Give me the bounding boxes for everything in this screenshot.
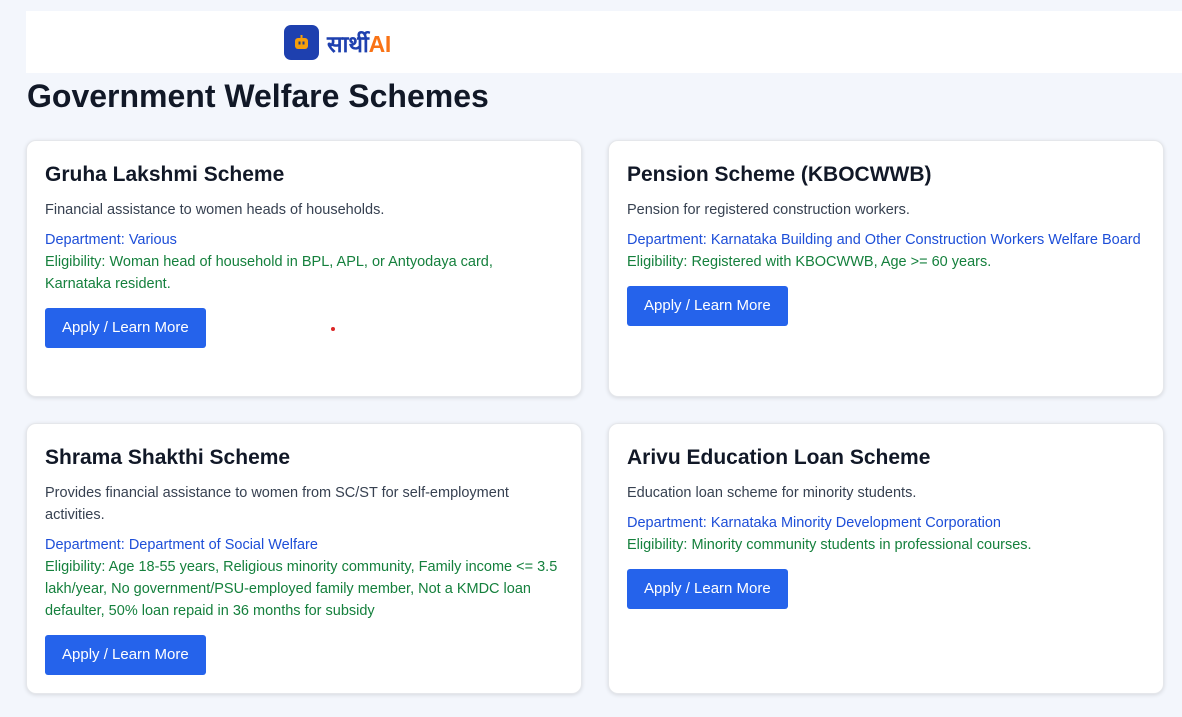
scheme-eligibility: Eligibility: Age 18-55 years, Religious … [45, 559, 558, 619]
page-title: Government Welfare Schemes [27, 78, 489, 114]
logo-wordmark: सार्थीAI [327, 27, 391, 59]
apply-learn-more-button[interactable]: Apply / Learn More [627, 286, 788, 326]
scheme-title: Arivu Education Loan Scheme [627, 446, 931, 469]
apply-learn-more-button[interactable]: Apply / Learn More [45, 308, 206, 348]
scheme-department: Department: Karnataka Minority Developme… [627, 515, 1001, 531]
scheme-description: Provides financial assistance to women f… [45, 485, 509, 523]
scheme-eligibility: Eligibility: Registered with KBOCWWB, Ag… [627, 254, 992, 270]
scheme-department: Department: Karnataka Building and Other… [627, 232, 1141, 248]
scheme-card-shrama-shakthi: Shrama Shakthi Scheme Provides financial… [26, 423, 582, 694]
scheme-eligibility: Eligibility: Minority community students… [627, 537, 1032, 553]
apply-learn-more-button[interactable]: Apply / Learn More [627, 569, 788, 609]
scheme-description: Education loan scheme for minority stude… [627, 485, 917, 501]
apply-learn-more-button[interactable]: Apply / Learn More [45, 635, 206, 675]
scheme-department: Department: Various [45, 232, 177, 248]
scheme-title: Gruha Lakshmi Scheme [45, 163, 285, 186]
scheme-title: Pension Scheme (KBOCWWB) [627, 163, 932, 186]
app-logo[interactable]: सार्थीAI [284, 25, 391, 60]
scheme-description: Financial assistance to women heads of h… [45, 202, 385, 218]
scheme-title: Shrama Shakthi Scheme [45, 446, 291, 469]
scheme-card-arivu-education-loan: Arivu Education Loan Scheme Education lo… [608, 423, 1164, 694]
logo-text-main: सार्थी [327, 30, 369, 57]
scheme-department: Department: Department of Social Welfare [45, 537, 318, 553]
robot-icon [284, 25, 319, 60]
scheme-eligibility: Eligibility: Woman head of household in … [45, 254, 493, 292]
scheme-description: Pension for registered construction work… [627, 202, 910, 218]
logo-text-accent: AI [368, 30, 392, 57]
mouse-cursor-marker [331, 327, 335, 331]
scheme-card-gruha-lakshmi: Gruha Lakshmi Scheme Financial assistanc… [26, 140, 582, 397]
top-header: सार्थीAI [26, 11, 1182, 73]
scheme-card-pension-kbocwwb: Pension Scheme (KBOCWWB) Pension for reg… [608, 140, 1164, 397]
